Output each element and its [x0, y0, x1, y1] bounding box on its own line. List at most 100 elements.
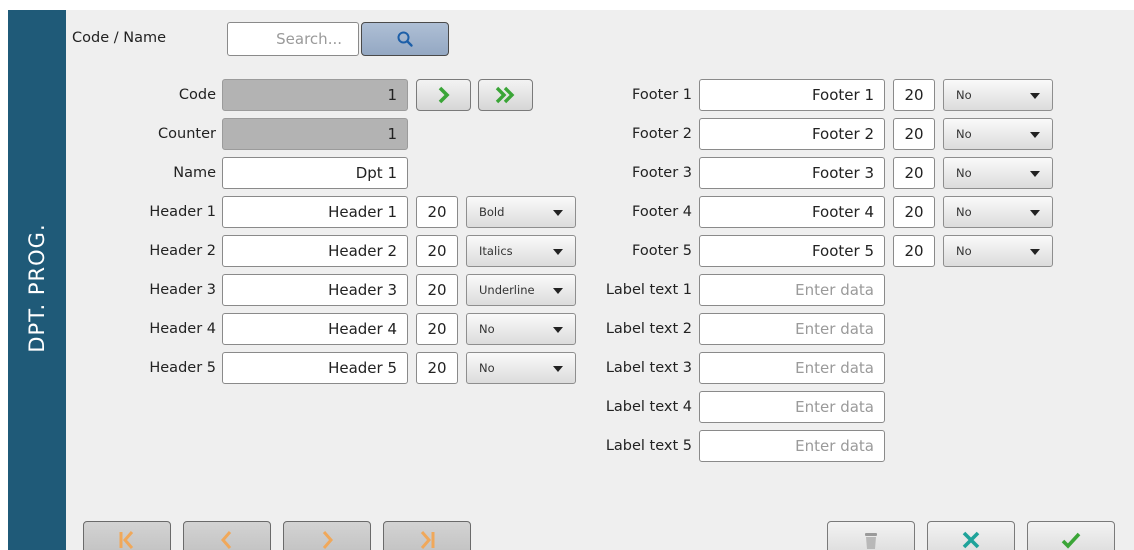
footer-text-field[interactable]: Footer 5 — [699, 235, 885, 267]
footer-style-dropdown[interactable]: No — [943, 157, 1053, 189]
label-text-field[interactable]: Enter data — [699, 391, 885, 423]
footer-label: Footer 2 — [632, 126, 692, 142]
header-style-value: Bold — [479, 205, 505, 219]
header-text-field[interactable]: Header 2 — [222, 235, 408, 267]
header-label: Header 4 — [149, 321, 216, 337]
footer-size-field[interactable]: 20 — [893, 79, 935, 111]
confirm-button[interactable] — [1027, 521, 1115, 550]
chevron-left-icon — [221, 531, 232, 549]
header-size-field[interactable]: 20 — [416, 352, 458, 384]
footer-text-field[interactable]: Footer 2 — [699, 118, 885, 150]
name-label: Name — [173, 165, 216, 181]
header-size-field[interactable]: 20 — [416, 313, 458, 345]
chevron-right-icon — [438, 86, 450, 104]
sidebar-title: DPT. PROG. — [25, 223, 49, 353]
chevron-down-icon — [553, 249, 563, 255]
cancel-button[interactable] — [927, 521, 1015, 550]
header-style-dropdown[interactable]: Bold — [466, 196, 576, 228]
last-page-icon — [420, 531, 435, 549]
last-record-button[interactable] — [383, 521, 471, 550]
fast-forward-button[interactable] — [478, 79, 533, 111]
label-text-label: Label text 3 — [605, 360, 692, 376]
trash-icon — [865, 533, 877, 549]
footer-size-field[interactable]: 20 — [893, 196, 935, 228]
chevron-down-icon — [1030, 132, 1040, 138]
code-label: Code — [178, 87, 216, 103]
label-text-label: Label text 1 — [605, 282, 692, 298]
next-code-button[interactable] — [416, 79, 471, 111]
search-button[interactable] — [361, 22, 449, 56]
footer-style-dropdown[interactable]: No — [943, 235, 1053, 267]
footer-label: Footer 5 — [632, 243, 692, 259]
label-text-label: Label text 2 — [605, 321, 692, 337]
header-text-field[interactable]: Header 5 — [222, 352, 408, 384]
chevron-down-icon — [1030, 249, 1040, 255]
header-label: Header 1 — [149, 204, 216, 220]
header-label: Header 3 — [149, 282, 216, 298]
footer-label: Footer 1 — [632, 87, 692, 103]
header-style-value: No — [479, 361, 495, 375]
footer-style-dropdown[interactable]: No — [943, 196, 1053, 228]
counter-label: Counter — [158, 126, 216, 142]
sidebar: DPT. PROG. — [8, 10, 66, 550]
header-style-value: No — [479, 322, 495, 336]
header-style-dropdown[interactable]: No — [466, 313, 576, 345]
footer-style-value: No — [956, 205, 972, 219]
chevron-down-icon — [1030, 171, 1040, 177]
chevron-right-icon — [322, 531, 333, 549]
label-text-field[interactable]: Enter data — [699, 430, 885, 462]
footer-text-field[interactable]: Footer 3 — [699, 157, 885, 189]
header-style-value: Underline — [479, 283, 535, 297]
previous-record-button[interactable] — [183, 521, 271, 550]
header-style-dropdown[interactable]: No — [466, 352, 576, 384]
label-text-label: Label text 4 — [605, 399, 692, 415]
header-text-field[interactable]: Header 4 — [222, 313, 408, 345]
label-text-field[interactable]: Enter data — [699, 352, 885, 384]
label-text-label: Label text 5 — [605, 438, 692, 454]
first-page-icon — [119, 531, 134, 549]
delete-button[interactable] — [827, 521, 915, 550]
header-size-field[interactable]: 20 — [416, 235, 458, 267]
header-text-field[interactable]: Header 3 — [222, 274, 408, 306]
header-label: Header 2 — [149, 243, 216, 259]
name-field[interactable]: Dpt 1 — [222, 157, 408, 189]
header-size-field[interactable]: 20 — [416, 274, 458, 306]
footer-label: Footer 3 — [632, 165, 692, 181]
header-style-dropdown[interactable]: Italics — [466, 235, 576, 267]
header-style-value: Italics — [479, 244, 513, 258]
chevron-down-icon — [553, 327, 563, 333]
footer-size-field[interactable]: 20 — [893, 157, 935, 189]
code-field: 1 — [222, 79, 408, 111]
footer-text-field[interactable]: Footer 4 — [699, 196, 885, 228]
check-icon — [1061, 532, 1081, 549]
header-text-field[interactable]: Header 1 — [222, 196, 408, 228]
footer-style-dropdown[interactable]: No — [943, 118, 1053, 150]
footer-label: Footer 4 — [632, 204, 692, 220]
label-text-field[interactable]: Enter data — [699, 274, 885, 306]
chevron-down-icon — [1030, 210, 1040, 216]
search-icon — [397, 31, 413, 47]
footer-style-value: No — [956, 88, 972, 102]
search-input[interactable]: Search... — [227, 22, 359, 56]
header-style-dropdown[interactable]: Underline — [466, 274, 576, 306]
first-record-button[interactable] — [83, 521, 171, 550]
footer-style-value: No — [956, 127, 972, 141]
close-icon — [962, 531, 980, 549]
footer-style-dropdown[interactable]: No — [943, 79, 1053, 111]
header-size-field[interactable]: 20 — [416, 196, 458, 228]
footer-text-field[interactable]: Footer 1 — [699, 79, 885, 111]
footer-size-field[interactable]: 20 — [893, 118, 935, 150]
label-text-field[interactable]: Enter data — [699, 313, 885, 345]
footer-size-field[interactable]: 20 — [893, 235, 935, 267]
chevron-down-icon — [1030, 93, 1040, 99]
header-label: Header 5 — [149, 360, 216, 376]
search-label: Code / Name — [72, 30, 167, 46]
chevron-down-icon — [553, 288, 563, 294]
footer-style-value: No — [956, 244, 972, 258]
double-chevron-right-icon — [495, 86, 514, 104]
department-program-window: DPT. PROG. Code / Name Search... Code 1 … — [8, 10, 1134, 550]
counter-field: 1 — [222, 118, 408, 150]
chevron-down-icon — [553, 366, 563, 372]
footer-style-value: No — [956, 166, 972, 180]
next-record-button[interactable] — [283, 521, 371, 550]
